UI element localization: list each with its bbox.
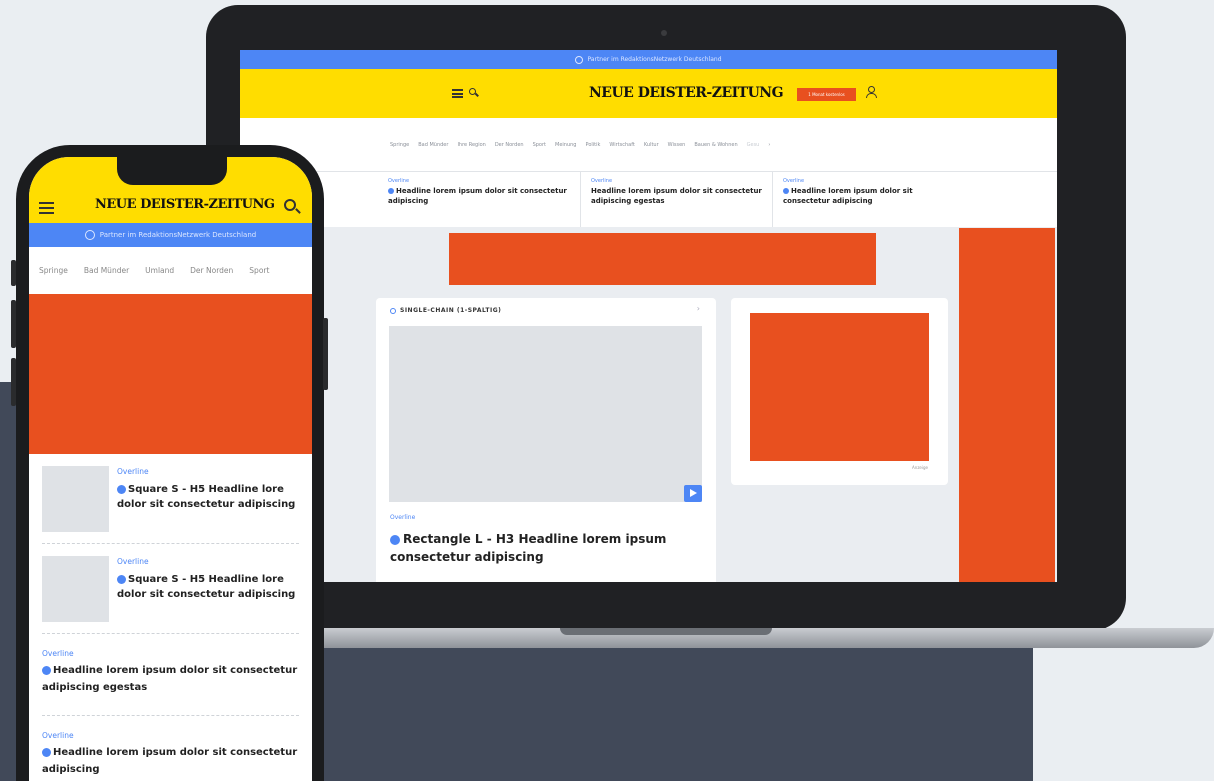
mobile-ad[interactable] [29, 294, 312, 454]
partner-bar-text: Partner im RedaktionsNetzwerk Deutschlan… [587, 56, 722, 63]
plus-icon [117, 574, 126, 584]
laptop-camera [661, 30, 667, 36]
nav-item-der-norden[interactable]: Der Norden [190, 266, 233, 275]
teaser-overline: Overline [388, 178, 410, 184]
phone-power-button [323, 318, 328, 390]
plus-icon [390, 534, 400, 545]
partner-logo-icon [575, 55, 584, 64]
nav-item-politik[interactable]: Politik [585, 142, 600, 148]
list-item[interactable]: Overline Square S - H5 Headline lore dol… [42, 544, 299, 634]
article-headline[interactable]: Square S - H5 Headline lore dolor sit co… [117, 572, 312, 602]
section-ring-icon [390, 307, 396, 314]
article-headline-text: Rectangle L - H3 Headline lorem ipsum co… [390, 532, 667, 564]
article-headline-text: Square S - H5 Headline lore dolor sit co… [117, 574, 296, 600]
site-logo[interactable]: NEUE DEISTER-ZEITUNG [95, 197, 275, 212]
menu-icon[interactable] [452, 89, 463, 98]
search-icon[interactable] [284, 199, 296, 211]
nav-item-springe[interactable]: Springe [390, 142, 409, 148]
play-icon[interactable] [684, 485, 702, 502]
menu-icon[interactable] [39, 202, 54, 214]
teaser-headline: Headline lorem ipsum dolor sit consectet… [591, 187, 762, 205]
user-icon[interactable] [866, 86, 877, 98]
nav-item-kultur[interactable]: Kultur [644, 142, 659, 148]
phone-mute-switch [11, 260, 16, 286]
skyscraper-ad[interactable] [959, 228, 1055, 582]
article-headline-text: Square S - H5 Headline lore dolor sit co… [117, 484, 296, 510]
article-overline: Overline [117, 557, 149, 566]
teaser-headline-text: Headline lorem ipsum dolor sit consectet… [783, 187, 913, 205]
nav-item-bad-muender[interactable]: Bad Münder [84, 266, 129, 275]
article-thumbnail[interactable] [42, 466, 109, 532]
article-list: Overline Square S - H5 Headline lore dol… [29, 454, 312, 781]
article-thumbnail[interactable] [42, 556, 109, 622]
partner-bar[interactable]: Partner im RedaktionsNetzwerk Deutschlan… [240, 50, 1057, 69]
ad-label: Anzeige [912, 465, 928, 470]
nav-item-umland[interactable]: Umland [145, 266, 174, 275]
search-icon[interactable] [469, 88, 476, 95]
site-logo[interactable]: NEUE DEISTER-ZEITUNG [589, 85, 784, 101]
nav-item-wirtschaft[interactable]: Wirtschaft [609, 142, 634, 148]
phone-volume-down [11, 358, 16, 406]
nav-item-springe[interactable]: Springe [39, 266, 68, 275]
list-item[interactable]: Overline Headline lorem ipsum dolor sit … [42, 716, 299, 781]
main-nav: Springe Bad Münder Umland Der Norden Spo… [29, 247, 312, 293]
article-headline[interactable]: Rectangle L - H3 Headline lorem ipsum co… [390, 530, 690, 566]
chain-title-text: SINGLE-CHAIN (1-SPALTIG) [400, 307, 502, 314]
nav-item-bauen-wohnen[interactable]: Bauen & Wohnen [694, 142, 737, 148]
top-teaser-row: Overline Headline lorem ipsum dolor sit … [240, 171, 1057, 227]
nav-item-ihre-region[interactable]: Ihre Region [457, 142, 485, 148]
laptop-screen: Partner im RedaktionsNetzwerk Deutschlan… [240, 50, 1057, 582]
nav-item-gesundheit[interactable]: Gesu [747, 142, 760, 148]
chain-title: SINGLE-CHAIN (1-SPALTIG) [390, 307, 501, 314]
partner-bar[interactable]: Partner im RedaktionsNetzwerk Deutschlan… [29, 223, 312, 247]
plus-icon [117, 484, 126, 494]
nav-item-meinung[interactable]: Meinung [555, 142, 576, 148]
top-teaser[interactable]: Overline Headline lorem ipsum dolor sit … [772, 172, 964, 227]
nav-item-wissen[interactable]: Wissen [668, 142, 686, 148]
single-chain-module: SINGLE-CHAIN (1-SPALTIG) › Overline Rect… [376, 298, 716, 582]
nav-item-sport[interactable]: Sport [533, 142, 546, 148]
top-teaser[interactable]: Overline Headline lorem ipsum dolor sit … [580, 172, 772, 227]
plus-icon [42, 747, 51, 757]
teaser-headline: Headline lorem ipsum dolor sit consectet… [388, 186, 574, 206]
list-item[interactable]: Overline Square S - H5 Headline lore dol… [42, 454, 299, 544]
banner-ad[interactable] [449, 233, 876, 285]
phone-notch [117, 157, 227, 185]
chevron-right-icon[interactable]: › [697, 304, 700, 313]
phone-volume-up [11, 300, 16, 348]
plus-icon [783, 188, 789, 194]
teaser-headline-text: Headline lorem ipsum dolor sit consectet… [388, 187, 567, 205]
ad-card: Anzeige [731, 298, 948, 485]
nav-item-der-norden[interactable]: Der Norden [495, 142, 524, 148]
article-overline: Overline [390, 514, 416, 521]
article-headline[interactable]: Square S - H5 Headline lore dolor sit co… [117, 482, 312, 512]
article-headline-text: Headline lorem ipsum dolor sit consectet… [42, 747, 298, 775]
article-headline-text: Headline lorem ipsum dolor sit consectet… [42, 665, 298, 693]
laptop-hinge [560, 628, 772, 635]
nav-item-sport[interactable]: Sport [249, 266, 269, 275]
teaser-headline: Headline lorem ipsum dolor sit consectet… [783, 186, 958, 206]
nav-next-icon[interactable]: › [768, 142, 770, 148]
article-overline: Overline [42, 649, 74, 658]
list-item[interactable]: Overline Headline lorem ipsum dolor sit … [42, 634, 299, 716]
teaser-overline: Overline [591, 178, 613, 184]
phone-screen: NEUE DEISTER-ZEITUNG Partner im Redaktio… [29, 157, 312, 781]
subscribe-button[interactable]: 1 Monat kostenlos [797, 88, 856, 101]
article-image[interactable] [389, 326, 702, 502]
rectangle-ad[interactable] [750, 313, 929, 461]
teaser-overline: Overline [783, 178, 805, 184]
main-nav: Springe Bad Münder Ihre Region Der Norde… [240, 118, 1057, 171]
plus-icon [388, 188, 394, 194]
site-header: NEUE DEISTER-ZEITUNG 1 Monat kostenlos [240, 69, 1057, 118]
partner-bar-text: Partner im RedaktionsNetzwerk Deutschlan… [99, 231, 257, 239]
article-headline[interactable]: Headline lorem ipsum dolor sit consectet… [42, 744, 299, 778]
article-overline: Overline [42, 731, 74, 740]
partner-logo-icon [84, 230, 95, 240]
top-teaser[interactable]: Overline Headline lorem ipsum dolor sit … [388, 172, 580, 227]
nav-item-bad-muender[interactable]: Bad Münder [418, 142, 448, 148]
article-headline[interactable]: Headline lorem ipsum dolor sit consectet… [42, 662, 299, 696]
plus-icon [42, 665, 51, 675]
article-overline: Overline [117, 467, 149, 476]
